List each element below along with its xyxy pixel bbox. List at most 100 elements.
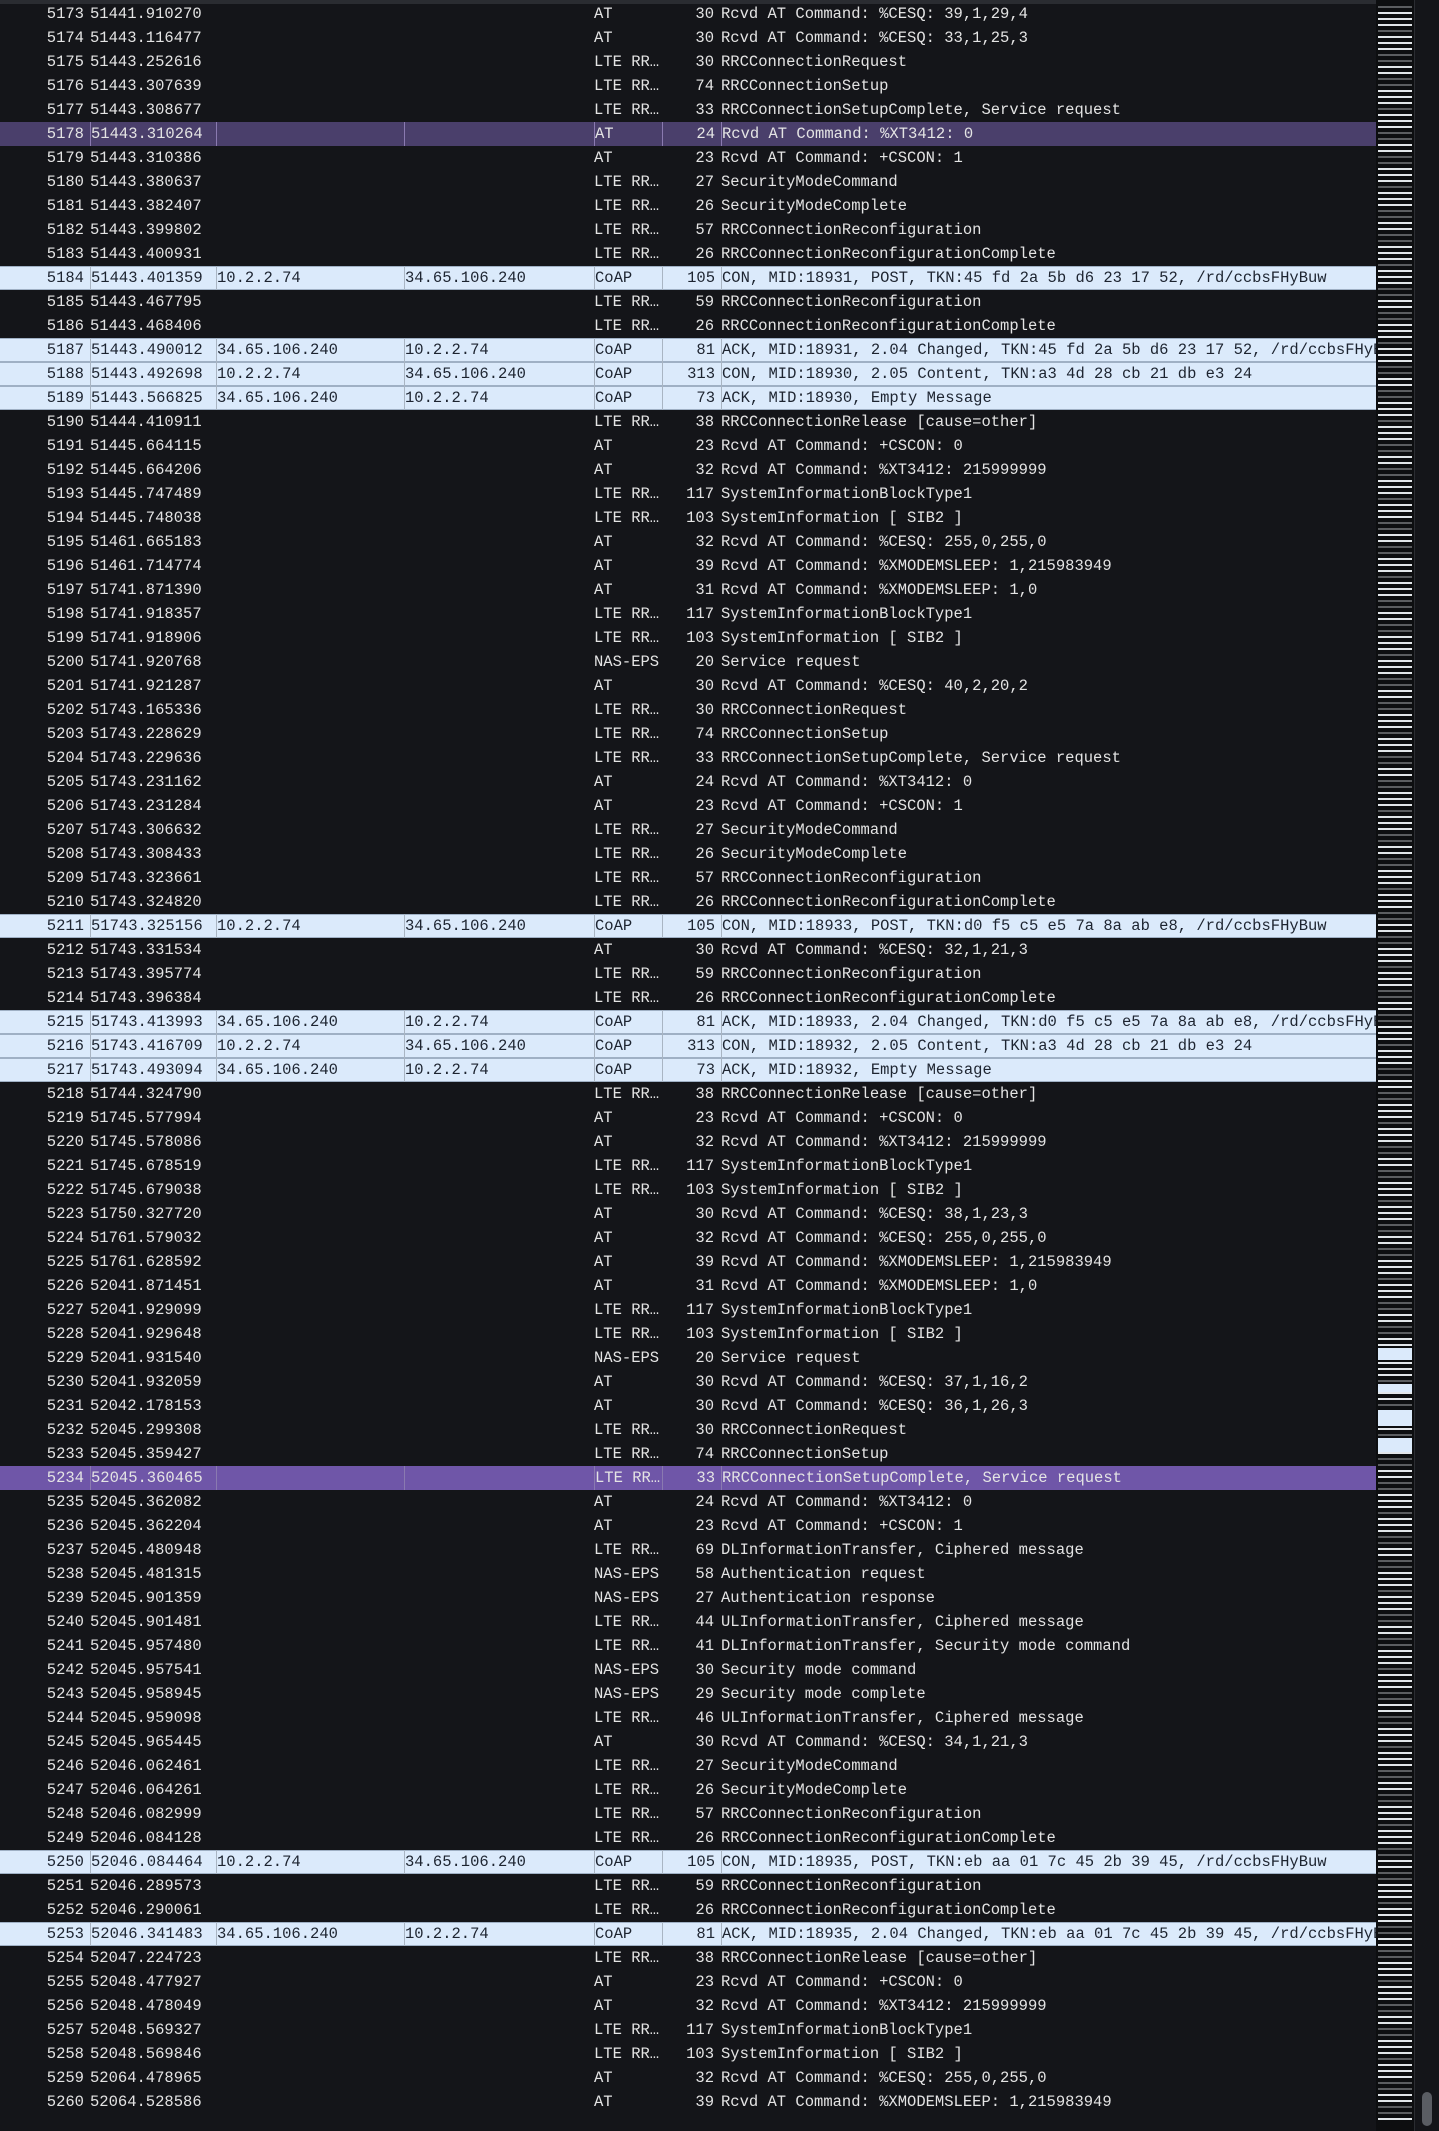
packet-row[interactable]: 5228 52041.929648 LTE RR… 103 SystemInformat…	[0, 1322, 1376, 1346]
packet-row[interactable]: 5216 51743.416709 10.2.2.74 34.65.106.240 Co…	[0, 1034, 1376, 1058]
packet-row[interactable]: 5215 51743.413993 34.65.106.240 10.2.2.74 Co…	[0, 1010, 1377, 1034]
packet-row[interactable]: 5224 51761.579032 AT 32 Rcvd AT Command: %CE…	[0, 1226, 1376, 1250]
packet-row[interactable]: 5219 51745.577994 AT 23 Rcvd AT Command: +CS…	[0, 1106, 1376, 1130]
packet-row[interactable]: 5181 51443.382407 LTE RR… 26 SecurityModeCom…	[0, 194, 1376, 218]
packet-row[interactable]: 5243 52045.958945 NAS-EPS 29 Security mode c…	[0, 1682, 1376, 1706]
packet-row[interactable]: 5201 51741.921287 AT 30 Rcvd AT Command: %CE…	[0, 674, 1376, 698]
packet-row[interactable]: 5236 52045.362204 AT 23 Rcvd AT Command: +CS…	[0, 1514, 1376, 1538]
packet-row[interactable]: 5250 52046.084464 10.2.2.74 34.65.106.240 Co…	[0, 1850, 1376, 1874]
packet-row[interactable]: 5258 52048.569846 LTE RR… 103 SystemInformat…	[0, 2042, 1376, 2066]
packet-row[interactable]: 5256 52048.478049 AT 32 Rcvd AT Command: %XT…	[0, 1994, 1376, 2018]
packet-row[interactable]: 5204 51743.229636 LTE RR… 33 RRCConnectionSe…	[0, 746, 1376, 770]
packet-row[interactable]: 5188 51443.492698 10.2.2.74 34.65.106.240 Co…	[0, 362, 1376, 386]
packet-row[interactable]: 5192 51445.664206 AT 32 Rcvd AT Command: %XT…	[0, 458, 1376, 482]
packet-row[interactable]: 5189 51443.566825 34.65.106.240 10.2.2.74 Co…	[0, 386, 1376, 410]
packet-row[interactable]: 5174 51443.116477 AT 30 Rcvd AT Command: %CE…	[0, 26, 1376, 50]
minimap-marker	[1378, 876, 1412, 878]
packet-row[interactable]: 5233 52045.359427 LTE RR… 74 RRCConnectionSe…	[0, 1442, 1376, 1466]
packet-row[interactable]: 5205 51743.231162 AT 24 Rcvd AT Command: %XT…	[0, 770, 1376, 794]
packet-row[interactable]: 5187 51443.490012 34.65.106.240 10.2.2.74 Co…	[0, 338, 1377, 362]
packet-row[interactable]: 5179 51443.310386 AT 23 Rcvd AT Command: +CS…	[0, 146, 1376, 170]
packet-row[interactable]: 5209 51743.323661 LTE RR… 57 RRCConnectionRe…	[0, 866, 1376, 890]
packet-row[interactable]: 5222 51745.679038 LTE RR… 103 SystemInformat…	[0, 1178, 1376, 1202]
minimap-marker	[1378, 1836, 1412, 1838]
packet-row[interactable]: 5197 51741.871390 AT 31 Rcvd AT Command: %XM…	[0, 578, 1376, 602]
packet-row[interactable]: 5207 51743.306632 LTE RR… 27 SecurityModeCom…	[0, 818, 1376, 842]
packet-row[interactable]: 5173 51441.910270 AT 30 Rcvd AT Command: %CE…	[0, 2, 1376, 26]
packet-row[interactable]: 5211 51743.325156 10.2.2.74 34.65.106.240 Co…	[0, 914, 1376, 938]
packet-row[interactable]: 5232 52045.299308 LTE RR… 30 RRCConnectionRe…	[0, 1418, 1376, 1442]
packet-row[interactable]: 5237 52045.480948 LTE RR… 69 DLInformationTr…	[0, 1538, 1376, 1562]
packet-row[interactable]: 5203 51743.228629 LTE RR… 74 RRCConnectionSe…	[0, 722, 1376, 746]
packet-row[interactable]: 5244 52045.959098 LTE RR… 46 ULInformationTr…	[0, 1706, 1376, 1730]
packet-row[interactable]: 5202 51743.165336 LTE RR… 30 RRCConnectionRe…	[0, 698, 1376, 722]
packet-row[interactable]: 5217 51743.493094 34.65.106.240 10.2.2.74 Co…	[0, 1058, 1376, 1082]
packet-row[interactable]: 5195 51461.665183 AT 32 Rcvd AT Command: %CE…	[0, 530, 1376, 554]
packet-row[interactable]: 5245 52045.965445 AT 30 Rcvd AT Command: %CE…	[0, 1730, 1376, 1754]
packet-row[interactable]: 5220 51745.578086 AT 32 Rcvd AT Command: %XT…	[0, 1130, 1376, 1154]
packet-row[interactable]: 5242 52045.957541 NAS-EPS 30 Security mode c…	[0, 1658, 1376, 1682]
packet-row[interactable]: 5184 51443.401359 10.2.2.74 34.65.106.240 Co…	[0, 266, 1376, 290]
packet-row[interactable]: 5183 51443.400931 LTE RR… 26 RRCConnectionRe…	[0, 242, 1376, 266]
packet-row[interactable]: 5221 51745.678519 LTE RR… 117 SystemInformat…	[0, 1154, 1376, 1178]
packet-row[interactable]: 5227 52041.929099 LTE RR… 117 SystemInformat…	[0, 1298, 1376, 1322]
minimap-marker	[1378, 1554, 1412, 1556]
packet-row[interactable]: 5229 52041.931540 NAS-EPS 20 Service request	[0, 1346, 1376, 1370]
packet-row[interactable]: 5238 52045.481315 NAS-EPS 58 Authentication …	[0, 1562, 1376, 1586]
packet-minimap[interactable]	[1376, 0, 1414, 2131]
packet-row[interactable]: 5253 52046.341483 34.65.106.240 10.2.2.74 Co…	[0, 1922, 1377, 1946]
packet-row[interactable]: 5196 51461.714774 AT 39 Rcvd AT Command: %XM…	[0, 554, 1376, 578]
minimap-marker	[1378, 1956, 1412, 1958]
minimap-marker	[1378, 1332, 1412, 1334]
packet-row[interactable]: 5241 52045.957480 LTE RR… 41 DLInformationTr…	[0, 1634, 1376, 1658]
packet-row[interactable]: 5210 51743.324820 LTE RR… 26 RRCConnectionRe…	[0, 890, 1376, 914]
packet-row[interactable]: 5225 51761.628592 AT 39 Rcvd AT Command: %XM…	[0, 1250, 1376, 1274]
packet-row[interactable]: 5177 51443.308677 LTE RR… 33 RRCConnectionSe…	[0, 98, 1376, 122]
packet-row[interactable]: 5248 52046.082999 LTE RR… 57 RRCConnectionRe…	[0, 1802, 1376, 1826]
packet-list[interactable]: 5173 51441.910270 AT 30 Rcvd AT Command: %CE…	[0, 2, 1377, 2114]
packet-row[interactable]: 5214 51743.396384 LTE RR… 26 RRCConnectionRe…	[0, 986, 1376, 1010]
packet-row[interactable]: 5254 52047.224723 LTE RR… 38 RRCConnectionRe…	[0, 1946, 1376, 1970]
packet-row[interactable]: 5226 52041.871451 AT 31 Rcvd AT Command: %XM…	[0, 1274, 1376, 1298]
packet-row[interactable]: 5230 52041.932059 AT 30 Rcvd AT Command: %CE…	[0, 1370, 1376, 1394]
packet-row[interactable]: 5231 52042.178153 AT 30 Rcvd AT Command: %CE…	[0, 1394, 1376, 1418]
packet-row[interactable]: 5240 52045.901481 LTE RR… 44 ULInformationTr…	[0, 1610, 1376, 1634]
packet-row[interactable]: 5200 51741.920768 NAS-EPS 20 Service request	[0, 650, 1376, 674]
packet-row[interactable]: 5235 52045.362082 AT 24 Rcvd AT Command: %XT…	[0, 1490, 1376, 1514]
packet-row[interactable]: 5198 51741.918357 LTE RR… 117 SystemInformat…	[0, 602, 1376, 626]
packet-row[interactable]: 5194 51445.748038 LTE RR… 103 SystemInformat…	[0, 506, 1376, 530]
packet-row[interactable]: 5234 52045.360465 LTE RR… 33 RRCConnectionSe…	[0, 1466, 1376, 1490]
packet-row[interactable]: 5239 52045.901359 NAS-EPS 27 Authentication …	[0, 1586, 1376, 1610]
packet-time: 52041.929099	[90, 1301, 202, 1319]
packet-row[interactable]: 5213 51743.395774 LTE RR… 59 RRCConnectionRe…	[0, 962, 1376, 986]
vertical-scrollbar[interactable]	[1414, 0, 1439, 2131]
packet-row[interactable]: 5185 51443.467795 LTE RR… 59 RRCConnectionRe…	[0, 290, 1376, 314]
packet-row[interactable]: 5176 51443.307639 LTE RR… 74 RRCConnectionSe…	[0, 74, 1376, 98]
packet-row[interactable]: 5259 52064.478965 AT 32 Rcvd AT Command: %CE…	[0, 2066, 1376, 2090]
packet-row[interactable]: 5257 52048.569327 LTE RR… 117 SystemInformat…	[0, 2018, 1376, 2042]
packet-row[interactable]: 5212 51743.331534 AT 30 Rcvd AT Command: %CE…	[0, 938, 1376, 962]
packet-row[interactable]: 5260 52064.528586 AT 39 Rcvd AT Command: %XM…	[0, 2090, 1376, 2114]
minimap-marker	[1378, 168, 1412, 170]
packet-row[interactable]: 5246 52046.062461 LTE RR… 27 SecurityModeCom…	[0, 1754, 1376, 1778]
packet-row[interactable]: 5252 52046.290061 LTE RR… 26 RRCConnectionRe…	[0, 1898, 1376, 1922]
packet-row[interactable]: 5178 51443.310264 AT 24 Rcvd AT Command: %XT…	[0, 122, 1376, 146]
packet-row[interactable]: 5190 51444.410911 LTE RR… 38 RRCConnectionRe…	[0, 410, 1376, 434]
packet-row[interactable]: 5251 52046.289573 LTE RR… 59 RRCConnectionRe…	[0, 1874, 1376, 1898]
scrollbar-thumb[interactable]	[1422, 2092, 1432, 2126]
packet-row[interactable]: 5206 51743.231284 AT 23 Rcvd AT Command: +CS…	[0, 794, 1376, 818]
packet-row[interactable]: 5249 52046.084128 LTE RR… 26 RRCConnectionRe…	[0, 1826, 1376, 1850]
packet-row[interactable]: 5255 52048.477927 AT 23 Rcvd AT Command: +CS…	[0, 1970, 1376, 1994]
packet-row[interactable]: 5199 51741.918906 LTE RR… 103 SystemInformat…	[0, 626, 1376, 650]
packet-row[interactable]: 5191 51445.664115 AT 23 Rcvd AT Command: +CS…	[0, 434, 1376, 458]
packet-row[interactable]: 5218 51744.324790 LTE RR… 38 RRCConnectionRe…	[0, 1082, 1376, 1106]
packet-row[interactable]: 5180 51443.380637 LTE RR… 27 SecurityModeCom…	[0, 170, 1376, 194]
packet-row[interactable]: 5182 51443.399802 LTE RR… 57 RRCConnectionRe…	[0, 218, 1376, 242]
packet-row[interactable]: 5208 51743.308433 LTE RR… 26 SecurityModeCom…	[0, 842, 1376, 866]
packet-row[interactable]: 5223 51750.327720 AT 30 Rcvd AT Command: %CE…	[0, 1202, 1376, 1226]
packet-row[interactable]: 5175 51443.252616 LTE RR… 30 RRCConnectionRe…	[0, 50, 1376, 74]
packet-row[interactable]: 5193 51445.747489 LTE RR… 117 SystemInformat…	[0, 482, 1376, 506]
packet-source	[216, 1490, 396, 1514]
packet-row[interactable]: 5247 52046.064261 LTE RR… 26 SecurityModeCom…	[0, 1778, 1376, 1802]
packet-row[interactable]: 5186 51443.468406 LTE RR… 26 RRCConnectionRe…	[0, 314, 1376, 338]
